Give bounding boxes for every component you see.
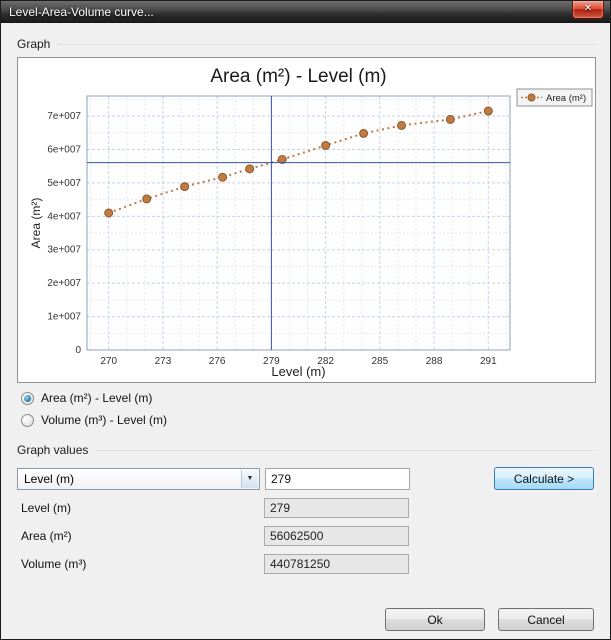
area-level-chart[interactable]: 27027327627928228528829101e+0072e+0073e+… bbox=[18, 58, 595, 382]
cancel-button[interactable]: Cancel bbox=[498, 608, 594, 631]
legend-label: Area (m²) bbox=[546, 93, 586, 104]
y-tick-label: 1e+007 bbox=[47, 312, 81, 323]
y-tick-label: 6e+007 bbox=[47, 144, 81, 155]
graph-values-label: Graph values bbox=[17, 443, 88, 457]
x-tick-label: 273 bbox=[155, 356, 172, 367]
dialog-content: Graph 27027327627928228528829101e+0072e+… bbox=[1, 23, 610, 640]
chart-marker bbox=[484, 107, 492, 115]
window-title: Level-Area-Volume curve... bbox=[9, 5, 154, 19]
chart-canvas[interactable]: 27027327627928228528829101e+0072e+0073e+… bbox=[17, 57, 596, 383]
calculate-button[interactable]: Calculate > bbox=[494, 467, 594, 490]
result-area-value: 56062500 bbox=[264, 526, 409, 546]
result-level-label: Level (m) bbox=[17, 501, 264, 515]
result-row-area: Area (m²) 56062500 bbox=[17, 526, 594, 546]
chart-marker bbox=[246, 165, 254, 173]
graph-group-heading: Graph bbox=[17, 37, 594, 51]
radio-volume-level-label: Volume (m³) - Level (m) bbox=[41, 413, 167, 427]
result-area-label: Area (m²) bbox=[17, 529, 264, 543]
chart-marker bbox=[446, 115, 454, 123]
ok-button[interactable]: Ok bbox=[385, 608, 485, 631]
result-row-level: Level (m) 279 bbox=[17, 498, 594, 518]
dialog-window: Level-Area-Volume curve... ✕ Graph 270 27… bbox=[0, 0, 611, 640]
legend-marker-icon bbox=[528, 94, 535, 101]
x-tick-label: 288 bbox=[426, 356, 443, 367]
value-input[interactable] bbox=[265, 468, 410, 490]
titlebar[interactable]: Level-Area-Volume curve... ✕ bbox=[1, 1, 610, 23]
x-axis-label: Level (m) bbox=[271, 364, 325, 379]
chart-marker bbox=[181, 183, 189, 191]
y-tick-label: 4e+007 bbox=[47, 211, 81, 222]
close-icon: ✕ bbox=[584, 3, 592, 14]
calculate-row: Level (m) ▼ Calculate > bbox=[17, 467, 594, 490]
graph-group-label: Graph bbox=[17, 37, 50, 51]
x-tick-label: 270 bbox=[100, 356, 117, 367]
radio-area-level-label: Area (m²) - Level (m) bbox=[41, 391, 152, 405]
dialog-footer: Ok Cancel bbox=[385, 608, 594, 631]
parameter-select-value: Level (m) bbox=[24, 472, 74, 486]
result-volume-value: 440781250 bbox=[264, 554, 409, 574]
plot-area bbox=[87, 96, 510, 350]
chevron-down-icon: ▼ bbox=[241, 470, 258, 488]
radio-area-level[interactable]: Area (m²) - Level (m) bbox=[21, 391, 594, 405]
result-volume-label: Volume (m³) bbox=[17, 557, 264, 571]
radio-volume-level[interactable]: Volume (m³) - Level (m) bbox=[21, 413, 594, 427]
chart-marker bbox=[398, 121, 406, 129]
group-rule bbox=[96, 450, 594, 451]
radio-dot bbox=[24, 395, 31, 402]
chart-marker bbox=[143, 195, 151, 203]
group-rule bbox=[58, 44, 594, 45]
y-axis-label: Area (m²) bbox=[29, 198, 43, 249]
close-button[interactable]: ✕ bbox=[572, 1, 604, 19]
radio-button-icon bbox=[21, 414, 34, 427]
y-tick-label: 7e+007 bbox=[47, 111, 81, 122]
y-tick-label: 5e+007 bbox=[47, 178, 81, 189]
chart-marker bbox=[322, 141, 330, 149]
chart-marker bbox=[219, 173, 227, 181]
radio-button-icon bbox=[21, 392, 34, 405]
result-row-volume: Volume (m³) 440781250 bbox=[17, 554, 594, 574]
parameter-select[interactable]: Level (m) ▼ bbox=[17, 468, 260, 490]
x-tick-label: 285 bbox=[372, 356, 389, 367]
y-tick-label: 3e+007 bbox=[47, 245, 81, 256]
chart-marker bbox=[105, 209, 113, 217]
y-tick-label: 2e+007 bbox=[47, 278, 81, 289]
x-tick-label: 276 bbox=[209, 356, 226, 367]
graph-values-heading: Graph values bbox=[17, 443, 594, 457]
y-tick-label: 0 bbox=[75, 345, 81, 356]
chart-title: Area (m²) - Level (m) bbox=[210, 66, 386, 87]
x-tick-label: 291 bbox=[480, 356, 497, 367]
chart-marker bbox=[360, 129, 368, 137]
result-level-value: 279 bbox=[264, 498, 409, 518]
